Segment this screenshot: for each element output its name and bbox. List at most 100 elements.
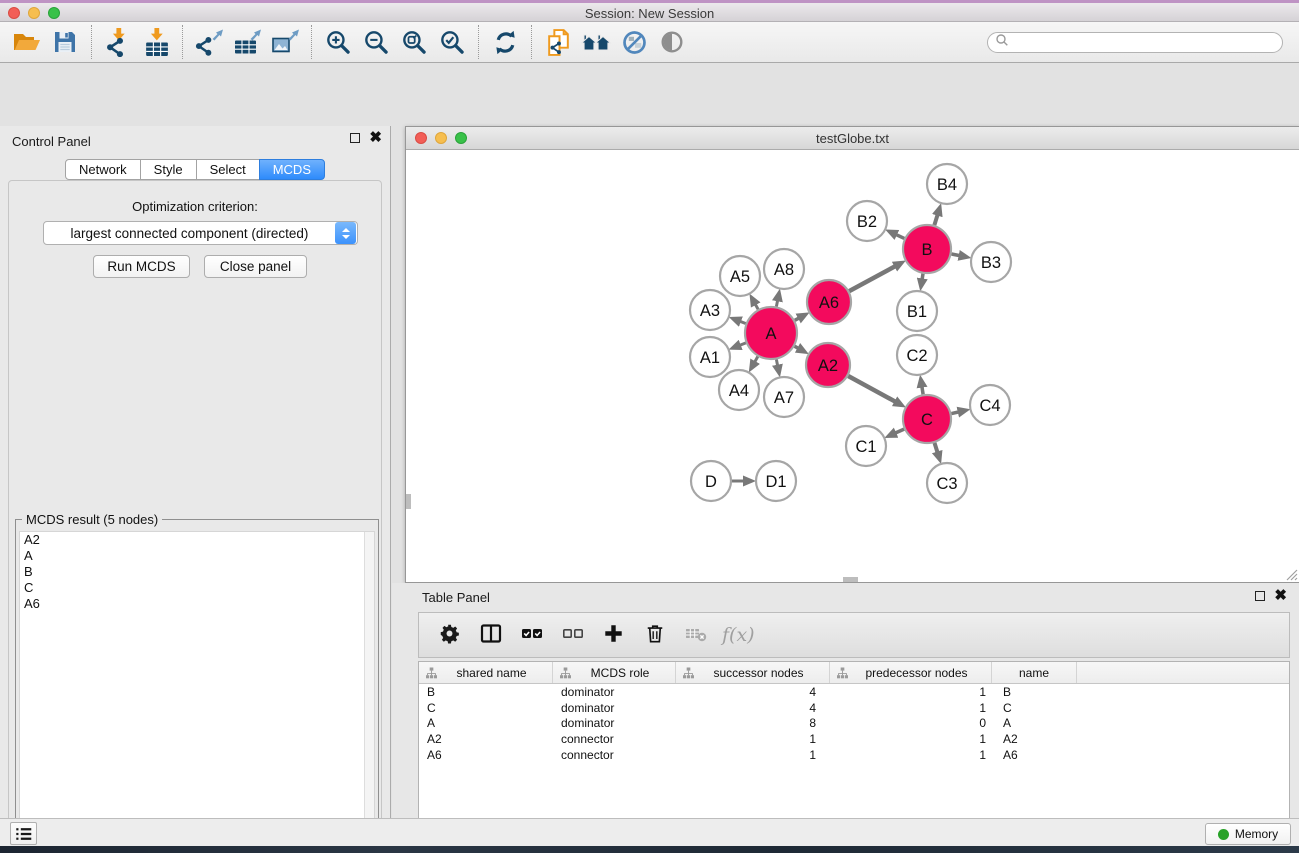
column-header-successor-nodes[interactable]: successor nodes bbox=[676, 662, 830, 683]
document-network-button[interactable] bbox=[539, 25, 577, 59]
zoom-out-button[interactable] bbox=[357, 25, 395, 59]
edge-C-C4[interactable] bbox=[951, 412, 960, 414]
table-row[interactable]: Bdominator41B bbox=[419, 684, 1289, 700]
zoom-selected-button[interactable] bbox=[433, 25, 471, 59]
edge-B-B1[interactable] bbox=[922, 274, 923, 282]
column-header-MCDS-role[interactable]: MCDS role bbox=[553, 662, 676, 683]
edge-A-A1[interactable] bbox=[738, 343, 746, 346]
node-C1[interactable]: C1 bbox=[846, 426, 886, 466]
search-box[interactable] bbox=[987, 32, 1283, 53]
homes-button[interactable] bbox=[577, 25, 615, 59]
table-row[interactable]: Cdominator41C bbox=[419, 700, 1289, 716]
mcds-result-item[interactable]: A6 bbox=[20, 596, 374, 612]
mcds-result-item[interactable]: B bbox=[20, 564, 374, 580]
network-window-titlebar[interactable]: testGlobe.txt bbox=[406, 127, 1299, 150]
tab-style[interactable]: Style bbox=[140, 159, 197, 180]
import-table-button[interactable] bbox=[137, 25, 175, 59]
table-cell[interactable]: 1 bbox=[830, 685, 992, 699]
edge-A-A3[interactable] bbox=[738, 321, 746, 324]
table-cell[interactable]: connector bbox=[553, 732, 676, 746]
delete-table-button[interactable] bbox=[677, 618, 714, 652]
edge-A-A2[interactable] bbox=[795, 346, 801, 349]
node-A[interactable]: A bbox=[745, 307, 797, 359]
open-folder-button[interactable] bbox=[8, 25, 46, 59]
table-cell[interactable]: 1 bbox=[830, 732, 992, 746]
edge-C-C1[interactable] bbox=[893, 429, 904, 434]
eye-button[interactable] bbox=[653, 25, 691, 59]
search-input[interactable] bbox=[1013, 34, 1282, 51]
edge-A-A5[interactable] bbox=[754, 302, 758, 309]
zoom-in-button[interactable] bbox=[319, 25, 357, 59]
save-button[interactable] bbox=[46, 25, 84, 59]
gear-button[interactable] bbox=[431, 618, 468, 652]
node-B3[interactable]: B3 bbox=[971, 242, 1011, 282]
node-C3[interactable]: C3 bbox=[927, 463, 967, 503]
column-header-predecessor-nodes[interactable]: predecessor nodes bbox=[830, 662, 992, 683]
table-row[interactable]: A2connector11A2 bbox=[419, 731, 1289, 747]
edge-C-C3[interactable] bbox=[935, 443, 939, 455]
export-table-button[interactable] bbox=[228, 25, 266, 59]
table-cell[interactable]: B bbox=[419, 685, 553, 699]
result-scrollbar[interactable] bbox=[364, 532, 374, 853]
node-A1[interactable]: A1 bbox=[690, 337, 730, 377]
columns-button[interactable] bbox=[472, 618, 509, 652]
table-close-icon[interactable]: ✖ bbox=[1274, 591, 1287, 601]
table-cell[interactable]: 1 bbox=[830, 701, 992, 715]
table-cell[interactable]: A2 bbox=[419, 732, 553, 746]
table-cell[interactable]: A bbox=[992, 716, 1077, 730]
node-B1[interactable]: B1 bbox=[897, 291, 937, 331]
table-cell[interactable]: A6 bbox=[992, 748, 1077, 762]
table-cell[interactable]: C bbox=[992, 701, 1077, 715]
table-cell[interactable]: 1 bbox=[676, 748, 830, 762]
node-A6[interactable]: A6 bbox=[807, 280, 851, 324]
table-cell[interactable]: B bbox=[992, 685, 1077, 699]
mcds-result-item[interactable]: C bbox=[20, 580, 374, 596]
function-builder-button[interactable]: f(x) bbox=[722, 624, 755, 646]
node-D1[interactable]: D1 bbox=[756, 461, 796, 501]
add-button[interactable] bbox=[595, 618, 632, 652]
hide-details-button[interactable] bbox=[615, 25, 653, 59]
node-A2[interactable]: A2 bbox=[806, 343, 850, 387]
edge-B-B3[interactable] bbox=[952, 254, 962, 256]
column-header-shared-name[interactable]: shared name bbox=[419, 662, 553, 683]
resize-grip[interactable] bbox=[1285, 568, 1298, 581]
table-cell[interactable]: 1 bbox=[676, 732, 830, 746]
table-cell[interactable]: A2 bbox=[992, 732, 1077, 746]
float-panel-icon[interactable] bbox=[350, 133, 360, 143]
table-float-icon[interactable] bbox=[1255, 591, 1265, 601]
node-C2[interactable]: C2 bbox=[897, 335, 937, 375]
edge-B-B4[interactable] bbox=[934, 213, 938, 225]
deselect-all-button[interactable] bbox=[554, 618, 591, 652]
criterion-dropdown[interactable]: largest connected component (directed) bbox=[43, 221, 358, 245]
node-A4[interactable]: A4 bbox=[719, 370, 759, 410]
node-C[interactable]: C bbox=[903, 395, 951, 443]
export-image-button[interactable] bbox=[266, 25, 304, 59]
network-canvas[interactable]: B4B2BB3A8A5A6A3B1AC2A1A2A4A7C4CC1DD1C3 bbox=[406, 150, 1299, 582]
table-cell[interactable]: A6 bbox=[419, 748, 553, 762]
node-A8[interactable]: A8 bbox=[764, 249, 804, 289]
tab-network[interactable]: Network bbox=[65, 159, 141, 180]
node-A5[interactable]: A5 bbox=[720, 256, 760, 296]
node-B2[interactable]: B2 bbox=[847, 201, 887, 241]
table-cell[interactable]: dominator bbox=[553, 716, 676, 730]
trash-button[interactable] bbox=[636, 618, 673, 652]
node-C4[interactable]: C4 bbox=[970, 385, 1010, 425]
refresh-button[interactable] bbox=[486, 25, 524, 59]
node-B4[interactable]: B4 bbox=[927, 164, 967, 204]
zoom-fit-button[interactable] bbox=[395, 25, 433, 59]
table-cell[interactable]: 0 bbox=[830, 716, 992, 730]
edge-A-A7[interactable] bbox=[776, 360, 778, 368]
edge-C-C2[interactable] bbox=[922, 385, 924, 395]
mcds-result-item[interactable]: A bbox=[20, 548, 374, 564]
edge-A-A8[interactable] bbox=[776, 298, 778, 306]
edge-A-A4[interactable] bbox=[754, 357, 758, 364]
node-A3[interactable]: A3 bbox=[690, 290, 730, 330]
table-cell[interactable]: connector bbox=[553, 748, 676, 762]
edge-A6-B[interactable] bbox=[849, 265, 897, 291]
column-header-name[interactable]: name bbox=[992, 662, 1077, 683]
import-network-button[interactable] bbox=[99, 25, 137, 59]
table-cell[interactable]: dominator bbox=[553, 701, 676, 715]
table-cell[interactable]: 4 bbox=[676, 701, 830, 715]
close-panel-icon[interactable]: ✖ bbox=[369, 133, 382, 143]
horizontal-scrollbar-thumb[interactable] bbox=[843, 577, 858, 582]
